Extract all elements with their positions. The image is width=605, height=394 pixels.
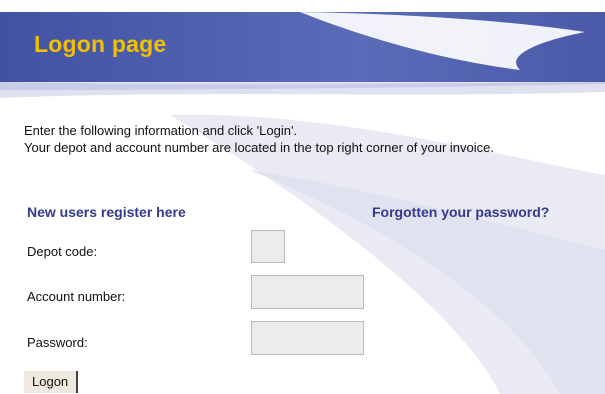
password-label: Password:	[27, 335, 88, 350]
forgot-password-link[interactable]: Forgotten your password?	[372, 204, 549, 220]
account-number-input[interactable]	[251, 275, 364, 309]
intro-line-2: Your depot and account number are locate…	[24, 140, 494, 155]
page-title: Logon page	[34, 31, 167, 57]
depot-code-label: Depot code:	[27, 244, 98, 259]
register-link[interactable]: New users register here	[27, 204, 186, 220]
intro-line-1: Enter the following information and clic…	[24, 123, 298, 138]
password-input[interactable]	[251, 321, 364, 355]
intro-text: Enter the following information and clic…	[24, 122, 494, 156]
header-banner: Logon page	[0, 0, 605, 110]
account-number-label: Account number:	[27, 289, 126, 304]
depot-code-input[interactable]	[251, 230, 285, 263]
logon-button[interactable]: Logon	[24, 371, 79, 393]
